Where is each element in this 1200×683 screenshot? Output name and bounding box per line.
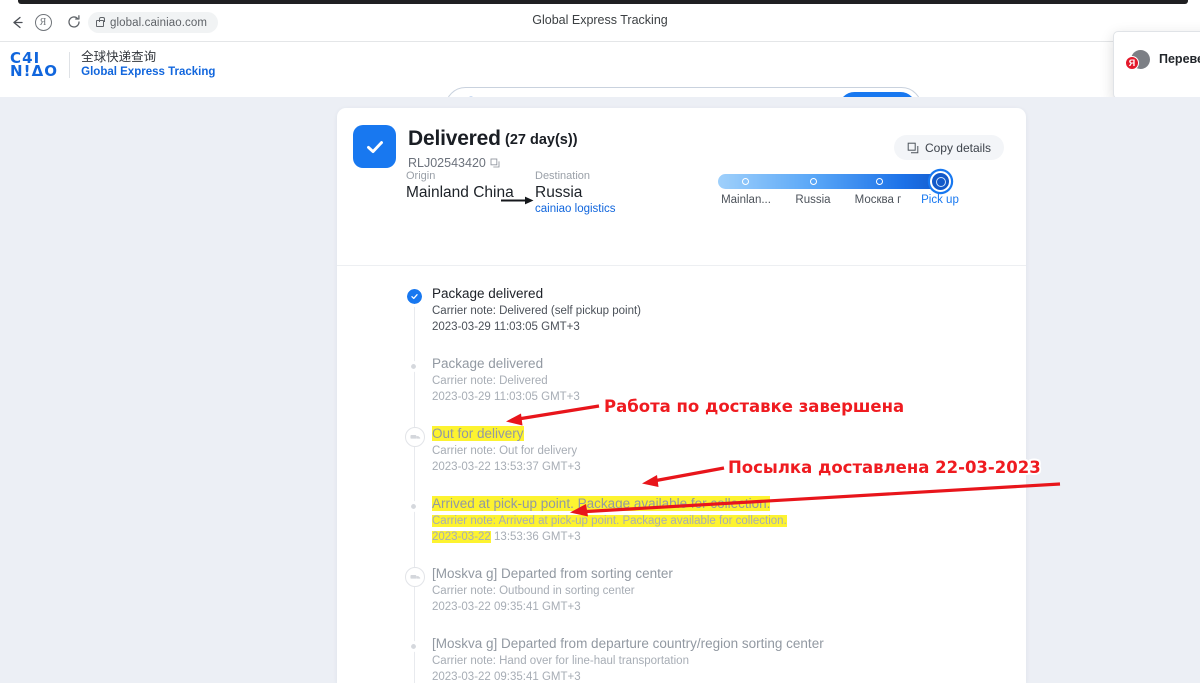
annotation-arrows xyxy=(506,404,1061,517)
annotation-parcel-delivered: Посылка доставлена 22-03-2023 xyxy=(728,458,1041,477)
annotation-delivery-finished: Работа по доставке завершена xyxy=(604,397,905,416)
